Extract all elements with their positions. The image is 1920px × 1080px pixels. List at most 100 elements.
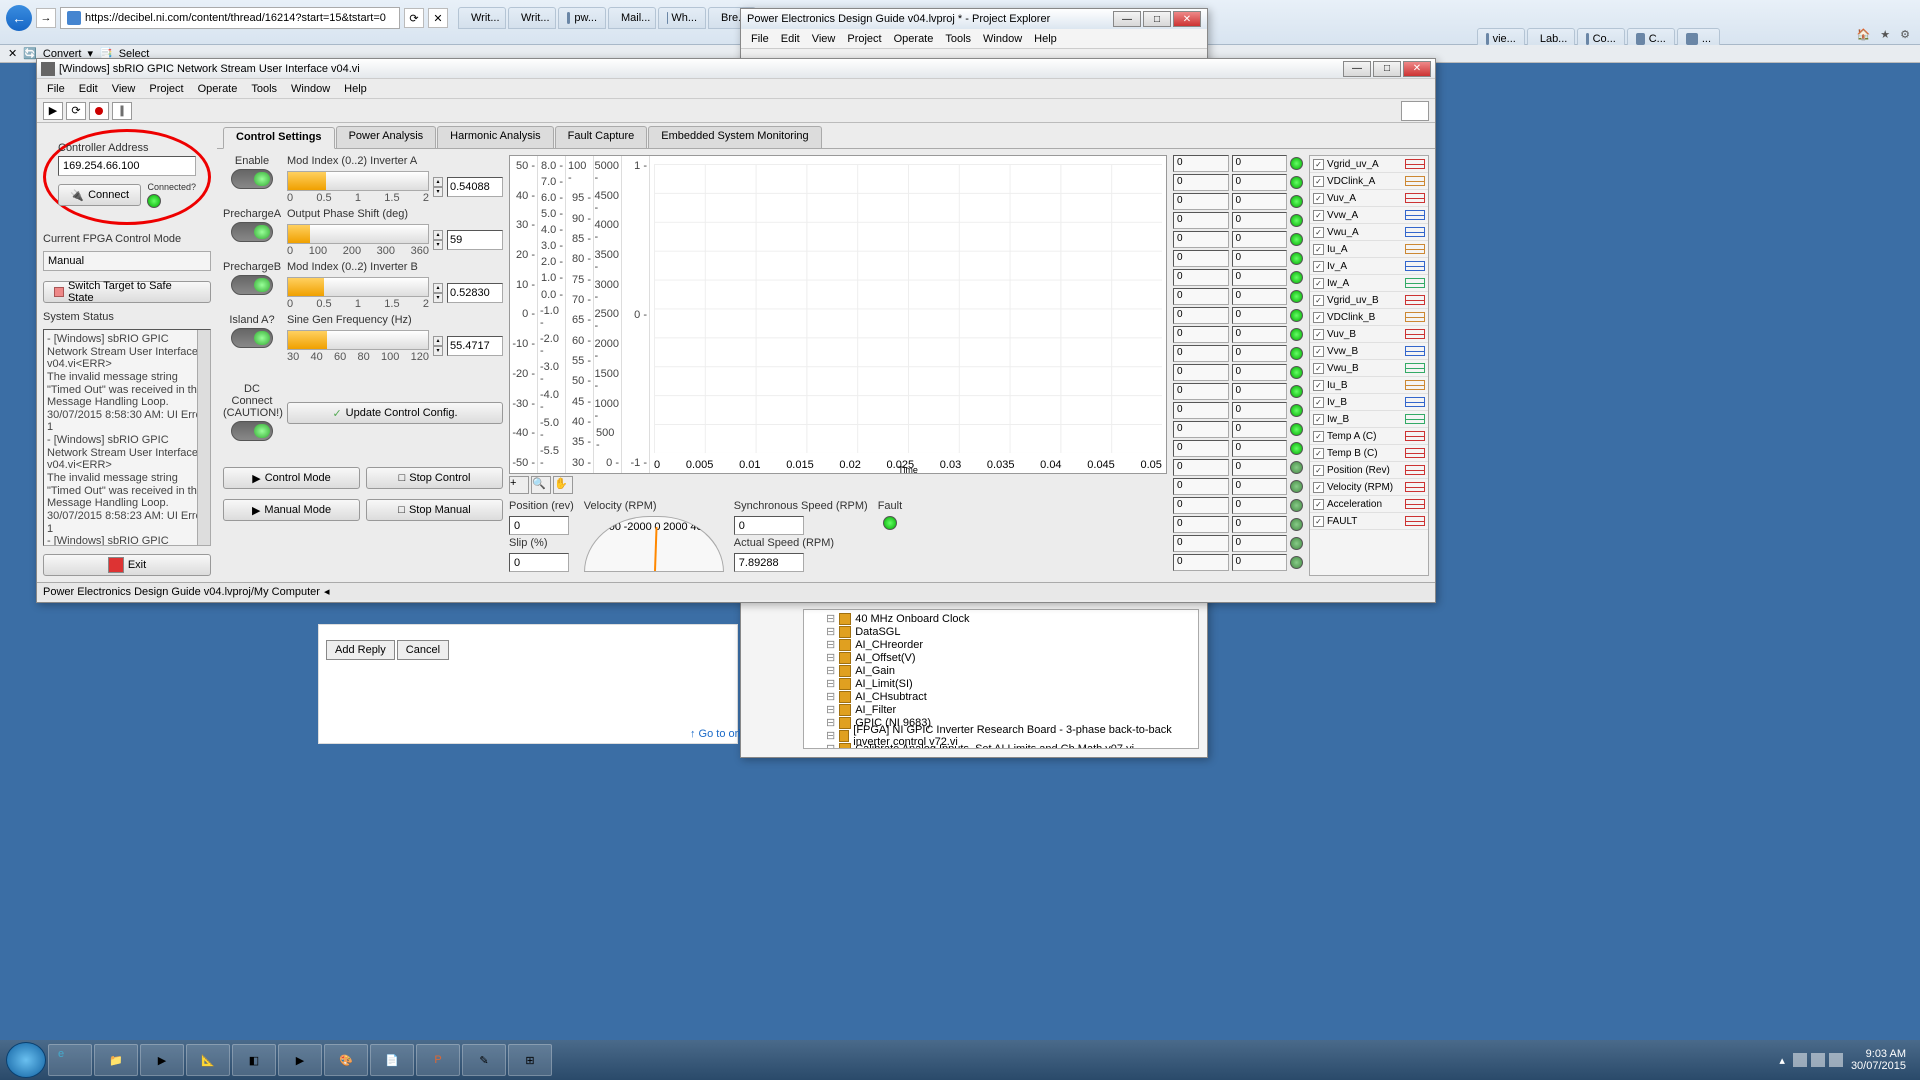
browser-tab[interactable]: Wh... xyxy=(658,7,706,29)
phase-stepper[interactable]: ▴▾ xyxy=(433,230,443,250)
context-help-icon[interactable] xyxy=(1401,101,1429,121)
legend-row[interactable]: ✓Vgrid_uv_B xyxy=(1310,292,1428,309)
switch-safe-state-button[interactable]: Switch Target to Safe State xyxy=(43,281,211,303)
legend-checkbox[interactable]: ✓ xyxy=(1313,465,1324,476)
legend-row[interactable]: ✓FAULT xyxy=(1310,513,1428,530)
legend-row[interactable]: ✓Iu_A xyxy=(1310,241,1428,258)
proj-menu-window[interactable]: Window xyxy=(983,33,1022,45)
taskbar-wmp[interactable]: ▶ xyxy=(140,1044,184,1076)
legend-checkbox[interactable]: ✓ xyxy=(1313,261,1324,272)
proj-maximize-button[interactable]: □ xyxy=(1143,11,1171,27)
chart-pan-button[interactable]: ✋ xyxy=(553,476,573,494)
proj-menu-edit[interactable]: Edit xyxy=(781,33,800,45)
chart-cursor-button[interactable]: + xyxy=(509,476,529,494)
menu-project[interactable]: Project xyxy=(149,83,183,95)
proj-menu-tools[interactable]: Tools xyxy=(945,33,971,45)
tree-item[interactable]: ⊟[FPGA] NI GPIC Inverter Research Board … xyxy=(806,729,1196,742)
legend-checkbox[interactable]: ✓ xyxy=(1313,499,1324,510)
legend-row[interactable]: ✓Vwu_A xyxy=(1310,224,1428,241)
legend-checkbox[interactable]: ✓ xyxy=(1313,193,1324,204)
modB-value[interactable]: 0.52830 xyxy=(447,283,503,303)
tab-strip[interactable]: Control SettingsPower AnalysisHarmonic A… xyxy=(217,123,1435,149)
legend-row[interactable]: ✓Vwu_B xyxy=(1310,360,1428,377)
browser-tab[interactable]: Writ... xyxy=(458,7,506,29)
proj-menu-operate[interactable]: Operate xyxy=(894,33,934,45)
legend-checkbox[interactable]: ✓ xyxy=(1313,159,1324,170)
add-reply-button[interactable]: Add Reply xyxy=(326,640,395,660)
connect-button[interactable]: 🔌 Connect xyxy=(58,184,141,206)
stop-button[interactable]: ✕ xyxy=(428,8,448,28)
reload-button[interactable]: ⟳ xyxy=(404,8,424,28)
manual-mode-button[interactable]: ▶Manual Mode xyxy=(223,499,360,521)
legend-checkbox[interactable]: ✓ xyxy=(1313,176,1324,187)
back-button[interactable]: ← xyxy=(6,5,32,31)
legend-checkbox[interactable]: ✓ xyxy=(1313,397,1324,408)
convert-icon[interactable]: 🔄 xyxy=(23,47,37,60)
tree-item[interactable]: ⊟AI_Gain xyxy=(806,664,1196,677)
legend-row[interactable]: ✓Vuv_B xyxy=(1310,326,1428,343)
legend-row[interactable]: ✓Iv_B xyxy=(1310,394,1428,411)
tray-flag-icon[interactable] xyxy=(1793,1053,1807,1067)
vi-close-button[interactable]: ✕ xyxy=(1403,61,1431,77)
tree-item[interactable]: ⊟AI_Limit(SI) xyxy=(806,677,1196,690)
taskbar-powerpoint[interactable]: P xyxy=(416,1044,460,1076)
position-value[interactable] xyxy=(509,516,569,535)
modB-slider[interactable] xyxy=(287,277,429,297)
prechargeB-toggle[interactable] xyxy=(231,275,273,295)
legend-checkbox[interactable]: ✓ xyxy=(1313,414,1324,425)
vi-titlebar[interactable]: [Windows] sbRIO GPIC Network Stream User… xyxy=(37,59,1435,79)
freq-slider[interactable] xyxy=(287,330,429,350)
phase-slider[interactable] xyxy=(287,224,429,244)
tray-volume-icon[interactable] xyxy=(1829,1053,1843,1067)
taskbar-labview1[interactable]: 📐 xyxy=(186,1044,230,1076)
pause-button[interactable]: ∥ xyxy=(112,102,132,120)
system-status-log[interactable]: - [Windows] sbRIO GPIC Network Stream Us… xyxy=(43,329,211,546)
menu-window[interactable]: Window xyxy=(291,83,330,95)
system-clock[interactable]: 9:03 AM 30/07/2015 xyxy=(1851,1048,1906,1072)
legend-row[interactable]: ✓Temp A (C) xyxy=(1310,428,1428,445)
proj-menu-project[interactable]: Project xyxy=(847,33,881,45)
legend-checkbox[interactable]: ✓ xyxy=(1313,329,1324,340)
stop-control-button[interactable]: □Stop Control xyxy=(366,467,503,489)
legend-checkbox[interactable]: ✓ xyxy=(1313,448,1324,459)
legend-checkbox[interactable]: ✓ xyxy=(1313,516,1324,527)
legend-row[interactable]: ✓Vvw_A xyxy=(1310,207,1428,224)
waveform-chart[interactable]: 50 -40 -30 -20 -10 -0 --10 --20 --30 --4… xyxy=(509,155,1167,474)
tree-item[interactable]: ⊟40 MHz Onboard Clock xyxy=(806,612,1196,625)
menu-view[interactable]: View xyxy=(112,83,136,95)
taskbar-app1[interactable]: ✎ xyxy=(462,1044,506,1076)
tab-fault-capture[interactable]: Fault Capture xyxy=(555,126,648,148)
islandA-toggle[interactable] xyxy=(231,328,273,348)
vi-maximize-button[interactable]: □ xyxy=(1373,61,1401,77)
tree-item[interactable]: ⊟AI_CHsubtract xyxy=(806,690,1196,703)
legend-row[interactable]: ✓Velocity (RPM) xyxy=(1310,479,1428,496)
exit-button[interactable]: Exit xyxy=(43,554,211,576)
legend-checkbox[interactable]: ✓ xyxy=(1313,380,1324,391)
legend-row[interactable]: ✓Position (Rev) xyxy=(1310,462,1428,479)
prechargeA-toggle[interactable] xyxy=(231,222,273,242)
proj-menu-view[interactable]: View xyxy=(812,33,836,45)
browser-tab[interactable]: Writ... xyxy=(508,7,556,29)
project-tree[interactable]: ⊟40 MHz Onboard Clock⊟DataSGL⊟AI_CHreord… xyxy=(803,609,1199,749)
abort-button[interactable] xyxy=(89,102,109,120)
tab-control-settings[interactable]: Control Settings xyxy=(223,127,335,149)
taskbar-labview2[interactable]: ◧ xyxy=(232,1044,276,1076)
tree-item[interactable]: ⊟DataSGL xyxy=(806,625,1196,638)
controller-address-input[interactable] xyxy=(58,156,196,176)
modA-slider[interactable] xyxy=(287,171,429,191)
taskbar-labview3[interactable]: ▶ xyxy=(278,1044,322,1076)
modA-stepper[interactable]: ▴▾ xyxy=(433,177,443,197)
menu-file[interactable]: File xyxy=(47,83,65,95)
vi-window[interactable]: [Windows] sbRIO GPIC Network Stream User… xyxy=(36,58,1436,603)
taskbar-pdf[interactable]: 📄 xyxy=(370,1044,414,1076)
legend-checkbox[interactable]: ✓ xyxy=(1313,278,1324,289)
slip-value[interactable] xyxy=(509,553,569,572)
update-config-button[interactable]: ✓ Update Control Config. xyxy=(287,402,503,424)
sync-speed-value[interactable] xyxy=(734,516,804,535)
proj-menu-file[interactable]: File xyxy=(751,33,769,45)
legend-row[interactable]: ✓Iv_A xyxy=(1310,258,1428,275)
stop-manual-button[interactable]: □Stop Manual xyxy=(366,499,503,521)
browser-tab[interactable]: Mail... xyxy=(608,7,656,29)
browser-tab[interactable]: pw... xyxy=(558,7,606,29)
taskbar[interactable]: e 📁 ▶ 📐 ◧ ▶ 🎨 📄 P ✎ ⊞ ▴ 9:03 AM 30/07/20… xyxy=(0,1040,1920,1080)
